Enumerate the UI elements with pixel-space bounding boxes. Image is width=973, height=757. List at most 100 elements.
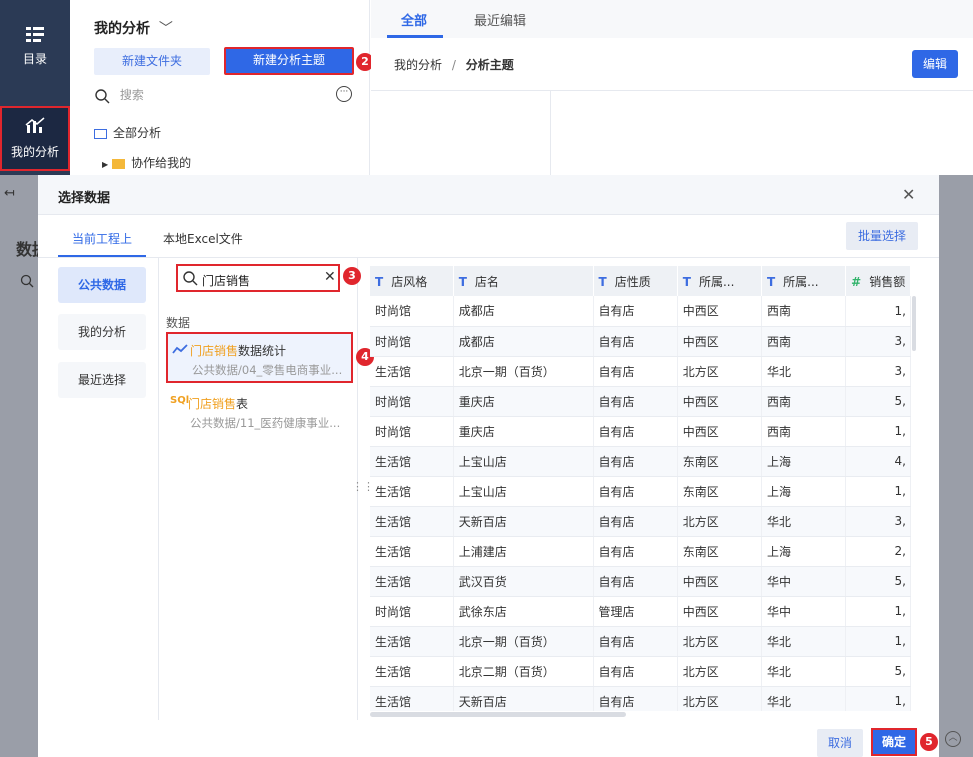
text-type-icon: T bbox=[682, 274, 691, 289]
vertical-scrollbar[interactable] bbox=[912, 296, 916, 351]
table-cell: 生活馆 bbox=[370, 656, 454, 687]
clear-icon[interactable]: ✕ bbox=[324, 269, 336, 285]
table-cell: 华中 bbox=[761, 596, 847, 627]
close-icon[interactable]: ✕ bbox=[902, 185, 915, 204]
tab-active-indicator bbox=[387, 35, 443, 38]
table-cell: 自有店 bbox=[593, 416, 678, 447]
folder-icon bbox=[112, 158, 126, 169]
table-cell: 中西区 bbox=[677, 416, 762, 447]
table-cell: 上浦建店 bbox=[453, 536, 594, 567]
table-cell: 1, bbox=[845, 596, 911, 627]
table-cell: 生活馆 bbox=[370, 536, 454, 567]
column-header-label: 销售额 bbox=[869, 274, 906, 289]
dialog-title: 选择数据 bbox=[58, 191, 111, 206]
column-header[interactable]: T 店性质 bbox=[593, 266, 678, 296]
column-header[interactable]: T 店风格 bbox=[370, 266, 454, 296]
rail-item-catalog[interactable]: 目录 bbox=[0, 25, 70, 67]
table-cell: 天新百店 bbox=[453, 686, 594, 711]
breadcrumb: 我的分析 / 分析主题 bbox=[394, 56, 514, 73]
analysis-icon bbox=[25, 117, 45, 133]
more-icon[interactable]: ··· bbox=[336, 86, 352, 102]
sql-icon: SQl bbox=[170, 395, 190, 406]
column-header[interactable]: T 所属... bbox=[677, 266, 762, 296]
data-preview-table: T 店风格 T 店名 T 店性质 T 所属... T 所属... # 销售额 时尚馆 成都店 自有店 中西区… bbox=[370, 266, 911, 711]
new-folder-button[interactable]: 新建文件夹 bbox=[94, 48, 210, 75]
table-cell: 西南 bbox=[761, 326, 847, 357]
column-header-label: 店性质 bbox=[614, 274, 651, 289]
chevron-down-icon: ﹀ bbox=[158, 21, 173, 37]
table-cell: 时尚馆 bbox=[370, 596, 454, 627]
breadcrumb-root[interactable]: 我的分析 bbox=[394, 58, 442, 72]
table-cell: 北方区 bbox=[677, 686, 762, 711]
table-row: 时尚馆 重庆店 自有店 中西区 西南 1, bbox=[370, 416, 911, 447]
table-cell: 自有店 bbox=[593, 686, 678, 711]
table-cell: 武汉百货 bbox=[453, 566, 594, 597]
confirm-button[interactable]: 确定 bbox=[871, 728, 917, 756]
cancel-button[interactable]: 取消 bbox=[817, 729, 863, 757]
source-public-data[interactable]: 公共数据 bbox=[58, 267, 146, 303]
table-cell: 北方区 bbox=[677, 656, 762, 687]
table-cell: 生活馆 bbox=[370, 626, 454, 657]
result-item[interactable]: SQl 门店销售表 公共数据/11_医药健康事业... bbox=[166, 387, 353, 438]
source-my-analysis[interactable]: 我的分析 bbox=[58, 314, 146, 350]
column-header[interactable]: # 销售额 bbox=[845, 266, 911, 296]
tree-item-all[interactable]: 全部分析 bbox=[94, 124, 161, 141]
table-cell: 中西区 bbox=[677, 386, 762, 417]
table-cell: 5, bbox=[845, 386, 911, 417]
table-row: 生活馆 武汉百货 自有店 中西区 华中 5, bbox=[370, 566, 911, 597]
caret-right-icon[interactable]: ▶ bbox=[102, 160, 108, 169]
table-row: 时尚馆 武徐东店 管理店 中西区 华中 1, bbox=[370, 596, 911, 627]
table-cell: 成都店 bbox=[453, 326, 594, 357]
batch-select-button[interactable]: 批量选择 bbox=[846, 222, 918, 250]
table-cell: 时尚馆 bbox=[370, 326, 454, 357]
table-cell: 重庆店 bbox=[453, 386, 594, 417]
tab-all[interactable]: 全部 bbox=[401, 10, 427, 29]
column-header[interactable]: T 店名 bbox=[453, 266, 594, 296]
search-value: 门店销售 bbox=[202, 274, 251, 288]
edit-button[interactable]: 编辑 bbox=[912, 50, 958, 78]
rail-item-my-analysis[interactable]: 我的分析 bbox=[0, 106, 70, 171]
source-recent[interactable]: 最近选择 bbox=[58, 362, 146, 398]
horizontal-scrollbar[interactable] bbox=[370, 712, 626, 717]
table-cell: 成都店 bbox=[453, 296, 594, 327]
table-cell: 自有店 bbox=[593, 356, 678, 387]
table-cell: 5, bbox=[845, 566, 911, 597]
tab-recent[interactable]: 最近编辑 bbox=[474, 10, 526, 29]
table-cell: 东南区 bbox=[677, 446, 762, 477]
table-cell: 华北 bbox=[761, 656, 847, 687]
new-topic-button[interactable]: 新建分析主题 bbox=[224, 47, 354, 75]
select-data-dialog: 选择数据 ✕ 当前工程上 本地Excel文件 批量选择 公共数据 我的分析 最近… bbox=[38, 175, 939, 757]
table-cell: 华北 bbox=[761, 356, 847, 387]
table-cell: 北京一期（百货） bbox=[453, 356, 594, 387]
table-cell: 天新百店 bbox=[453, 506, 594, 537]
result-highlight: 门店销售 bbox=[188, 397, 237, 411]
table-cell: 华北 bbox=[761, 626, 847, 657]
tree-shared-label: 协作给我的 bbox=[131, 156, 192, 170]
column-header-label: 所属... bbox=[698, 274, 735, 289]
tree-item-shared[interactable]: ▶ 协作给我的 bbox=[102, 154, 191, 171]
table-cell: 上宝山店 bbox=[453, 476, 594, 507]
preview-table: T 店风格 T 店名 T 店性质 T 所属... T 所属... # 销售额 时尚馆 成都店 自有店 中西区… bbox=[370, 266, 911, 711]
table-cell: 武徐东店 bbox=[453, 596, 594, 627]
main-area: 全部 最近编辑 我的分析 / 分析主题 编辑 bbox=[371, 0, 973, 175]
panel-search[interactable]: 搜索 ··· bbox=[94, 86, 352, 106]
tab-local-excel[interactable]: 本地Excel文件 bbox=[163, 230, 243, 247]
panel-title[interactable]: 我的分析 ﹀ bbox=[94, 18, 173, 38]
result-highlight: 门店销售 bbox=[190, 344, 239, 358]
breadcrumb-sep: / bbox=[451, 58, 456, 72]
table-row: 生活馆 北京一期（百货） 自有店 北方区 华北 3, bbox=[370, 356, 911, 387]
table-cell: 3, bbox=[845, 326, 911, 357]
collapse-icon[interactable]: ︿ bbox=[945, 731, 961, 747]
table-cell: 重庆店 bbox=[453, 416, 594, 447]
table-cell: 时尚馆 bbox=[370, 386, 454, 417]
data-search-input[interactable]: 门店销售 ✕ bbox=[176, 264, 340, 292]
search-icon bbox=[95, 88, 110, 103]
left-rail: 目录 我的分析 bbox=[0, 0, 70, 175]
main-tabs: 全部 最近编辑 bbox=[371, 0, 973, 38]
tab-current-project[interactable]: 当前工程上 bbox=[72, 230, 132, 247]
table-row: 生活馆 上宝山店 自有店 东南区 上海 4, bbox=[370, 446, 911, 477]
step-badge-3: 3 bbox=[343, 267, 361, 285]
table-cell: 时尚馆 bbox=[370, 296, 454, 327]
column-header[interactable]: T 所属... bbox=[761, 266, 847, 296]
result-item[interactable]: 门店销售数据统计 公共数据/04_零售电商事业... bbox=[166, 332, 353, 383]
